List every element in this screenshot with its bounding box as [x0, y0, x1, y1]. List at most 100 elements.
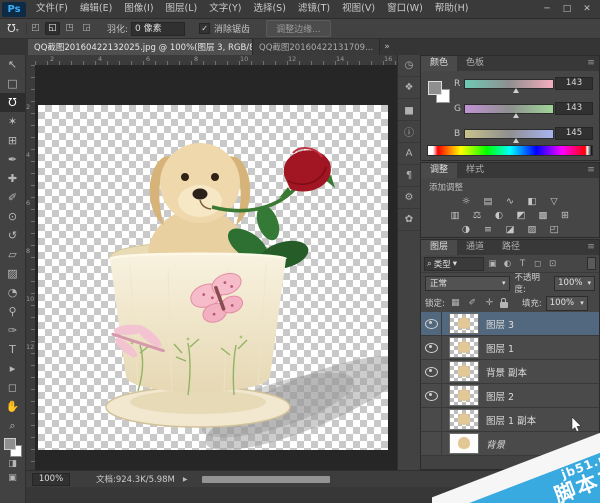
channel-mixer-icon[interactable]: ▩ — [536, 209, 551, 221]
paragraph-panel-icon[interactable]: ¶ — [398, 165, 420, 187]
panel-menu-icon[interactable]: ≡ — [583, 240, 599, 255]
visibility-toggle[interactable] — [421, 384, 442, 407]
filter-type-layers-icon[interactable]: T — [516, 259, 529, 269]
lock-pixels-icon[interactable]: ✐ — [466, 298, 479, 308]
red-slider[interactable] — [464, 79, 554, 89]
visibility-toggle[interactable] — [421, 336, 442, 359]
rectangular-marquee-tool[interactable]: □ — [0, 74, 25, 93]
layer-filter-kind-select[interactable]: ⌕ 类型 ▾ — [424, 257, 484, 271]
feather-input[interactable]: 0 像素 — [131, 22, 185, 36]
threshold-icon[interactable]: ◪ — [503, 223, 518, 235]
new-selection-mode-button[interactable]: ◰ — [28, 22, 43, 35]
tab-adjustments[interactable]: 调整 — [421, 163, 457, 178]
filter-smart-object-icon[interactable]: ⊡ — [546, 259, 559, 269]
curves-icon[interactable]: ∿ — [503, 195, 518, 207]
layer-name[interactable]: 图层 2 — [486, 389, 514, 403]
add-to-selection-mode-button[interactable]: ◱ — [45, 22, 60, 35]
color-lookup-icon[interactable]: ⊞ — [558, 209, 573, 221]
slider-thumb-icon[interactable] — [513, 138, 519, 143]
vibrance-icon[interactable]: ▽ — [547, 195, 562, 207]
spot-healing-brush-tool[interactable]: ✚ — [0, 169, 25, 188]
invert-icon[interactable]: ◑ — [459, 223, 474, 235]
styles-panel-icon[interactable]: ❖ — [398, 77, 420, 99]
character-styles-panel-icon[interactable]: ⚙ — [398, 187, 420, 209]
move-tool[interactable]: ↖ — [0, 55, 25, 74]
pen-tool[interactable]: ✑ — [0, 321, 25, 340]
layer-thumbnail[interactable] — [449, 361, 479, 382]
eyedropper-tool[interactable]: ✒ — [0, 150, 25, 169]
filter-pixel-layers-icon[interactable]: ▣ — [486, 259, 499, 269]
close-button[interactable]: ✕ — [577, 1, 597, 17]
layer-row-layer1[interactable]: 图层 1 — [421, 336, 599, 360]
exposure-icon[interactable]: ◧ — [525, 195, 540, 207]
clone-stamp-tool[interactable]: ⊙ — [0, 207, 25, 226]
eraser-tool[interactable]: ▱ — [0, 245, 25, 264]
color-spectrum-ramp[interactable] — [427, 145, 593, 156]
menu-help[interactable]: 帮助(H) — [429, 0, 475, 18]
panel-menu-icon[interactable]: ≡ — [583, 163, 599, 178]
levels-icon[interactable]: ▤ — [481, 195, 496, 207]
filter-toggle-switch[interactable] — [587, 257, 596, 270]
tab-layers[interactable]: 图层 — [421, 240, 457, 255]
layer-row-background-copy[interactable]: 背景 副本 — [421, 360, 599, 384]
character-panel-icon[interactable]: A — [398, 143, 420, 165]
intersect-selection-mode-button[interactable]: ◲ — [79, 22, 94, 35]
menu-edit[interactable]: 编辑(E) — [74, 0, 118, 18]
blue-value-field[interactable]: 145 — [555, 127, 593, 140]
filter-shape-layers-icon[interactable]: ◻ — [531, 259, 544, 269]
lock-all-icon[interactable] — [500, 302, 508, 308]
type-tool[interactable]: T — [0, 340, 25, 359]
lasso-tool[interactable]: ℧ — [0, 93, 25, 112]
menu-layer[interactable]: 图层(L) — [160, 0, 204, 18]
menu-filter[interactable]: 滤镜(T) — [292, 0, 336, 18]
visibility-toggle[interactable] — [421, 360, 442, 383]
black-white-icon[interactable]: ◐ — [492, 209, 507, 221]
layer-thumbnail[interactable] — [449, 337, 479, 358]
slider-thumb-icon[interactable] — [513, 113, 519, 118]
path-selection-tool[interactable]: ▸ — [0, 359, 25, 378]
blue-slider[interactable] — [464, 129, 554, 139]
layer-name[interactable]: 背景 副本 — [486, 365, 527, 379]
layer-name[interactable]: 图层 1 — [486, 341, 514, 355]
shape-tool[interactable]: ◻ — [0, 378, 25, 397]
visibility-toggle[interactable] — [421, 312, 442, 335]
layer-name[interactable]: 图层 3 — [486, 317, 514, 331]
menu-window[interactable]: 窗口(W) — [381, 0, 429, 18]
panel-menu-icon[interactable]: ≡ — [583, 56, 599, 71]
slider-thumb-icon[interactable] — [513, 88, 519, 93]
tab-styles[interactable]: 样式 — [457, 163, 493, 178]
gradient-map-icon[interactable]: ▨ — [525, 223, 540, 235]
brush-tool[interactable]: ✐ — [0, 188, 25, 207]
tab-color[interactable]: 颜色 — [421, 56, 457, 71]
status-popup-arrow-icon[interactable]: ▶ — [183, 476, 188, 483]
filter-adjustment-layers-icon[interactable]: ◐ — [501, 259, 514, 269]
lock-position-icon[interactable]: ✛ — [483, 298, 496, 308]
document-tab-inactive[interactable]: QQ截图20160422131709... — [253, 39, 380, 55]
zoom-tool[interactable]: ⌕ — [0, 416, 25, 435]
dodge-tool[interactable]: ⚲ — [0, 302, 25, 321]
crop-tool[interactable]: ⊞ — [0, 131, 25, 150]
hand-tool[interactable]: ✋ — [0, 397, 25, 416]
foreground-color-swatch[interactable] — [4, 438, 16, 450]
magic-wand-tool[interactable]: ✶ — [0, 112, 25, 131]
opacity-value-field[interactable]: 100% ▾ — [554, 276, 595, 291]
menu-file[interactable]: 文件(F) — [30, 0, 74, 18]
minimize-button[interactable]: ─ — [537, 1, 557, 17]
menu-view[interactable]: 视图(V) — [336, 0, 381, 18]
red-value-field[interactable]: 143 — [555, 77, 593, 90]
history-brush-tool[interactable]: ↺ — [0, 226, 25, 245]
menu-type[interactable]: 文字(Y) — [203, 0, 247, 18]
layer-thumbnail[interactable] — [449, 313, 479, 334]
selective-color-icon[interactable]: ◰ — [547, 223, 562, 235]
refine-edge-button[interactable]: 调整边缘... — [266, 20, 331, 37]
gradient-tool[interactable]: ▨ — [0, 264, 25, 283]
tab-paths[interactable]: 路径 — [493, 240, 529, 255]
antialias-checkbox[interactable]: ✓ — [199, 23, 210, 34]
layer-row-layer2[interactable]: 图层 2 — [421, 384, 599, 408]
tab-swatches[interactable]: 色板 — [457, 56, 493, 71]
foreground-color-swatch[interactable] — [428, 81, 442, 95]
layer-name[interactable]: 图层 1 副本 — [486, 413, 536, 427]
menu-select[interactable]: 选择(S) — [247, 0, 291, 18]
paragraph-styles-panel-icon[interactable]: ✿ — [398, 209, 420, 231]
maximize-button[interactable]: □ — [557, 1, 577, 17]
